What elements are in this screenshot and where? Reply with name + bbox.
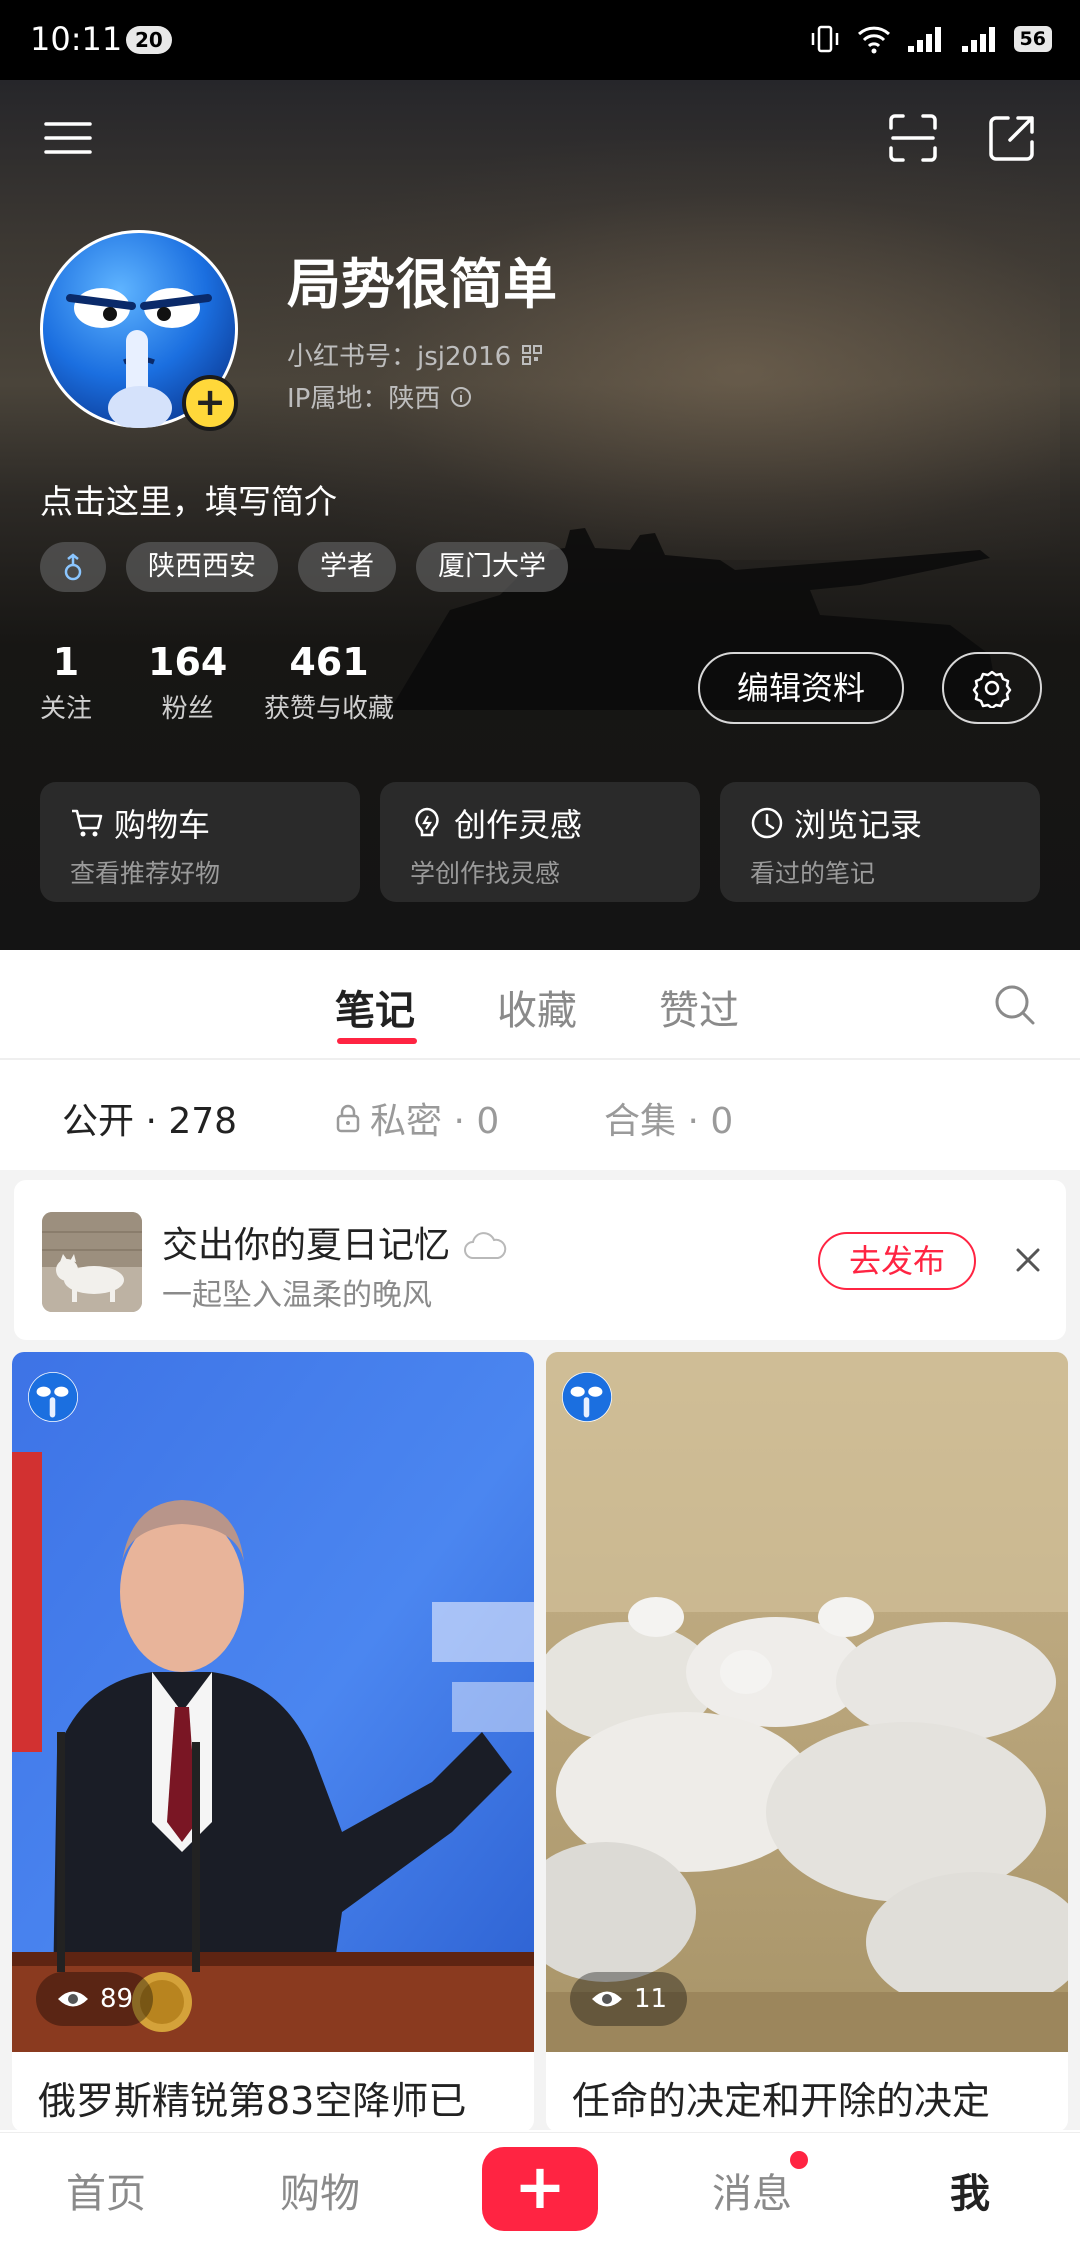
status-time: 10:11 (30, 20, 123, 58)
nav-me[interactable]: 我 (950, 2161, 990, 2219)
promo-banner[interactable]: 交出你的夏日记忆 一起坠入温柔的晚风 去发布 (14, 1180, 1066, 1340)
signal-icon-2 (961, 27, 995, 52)
ip-location-text: IP属地：陕西 (287, 384, 441, 414)
shortcut-cart[interactable]: 购物车 查看推荐好物 (40, 782, 360, 902)
male-icon (64, 552, 82, 580)
gear-icon (972, 670, 1012, 708)
tag-location[interactable]: 陕西西安 (126, 542, 278, 592)
stat-likes-value: 461 (289, 640, 369, 684)
stat-followers-value: 164 (148, 640, 228, 684)
view-count-value: 11 (634, 1984, 668, 2014)
wifi-icon (857, 26, 890, 54)
bio-prompt[interactable]: 点击这里，填写简介 (40, 475, 337, 523)
note-author-avatar (28, 1372, 78, 1422)
vibrate-icon (811, 25, 838, 53)
shortcut-cart-title: 购物车 (70, 800, 210, 846)
share-icon[interactable] (984, 110, 1040, 166)
tag-occupation[interactable]: 学者 (298, 542, 396, 592)
gender-tag[interactable] (40, 542, 106, 592)
stat-likes-label: 获赞与收藏 (264, 694, 395, 724)
tab-liked[interactable]: 赞过 (659, 978, 739, 1036)
clock-icon (751, 807, 783, 839)
shortcut-inspiration-title: 创作灵感 (410, 800, 582, 846)
status-bar: 10:11 20 56 (0, 0, 1080, 80)
promo-publish-button[interactable]: 去发布 (818, 1232, 976, 1290)
shortcut-history-label: 浏览记录 (794, 806, 923, 844)
stat-following-label: 关注 (40, 694, 93, 724)
cart-icon (72, 809, 103, 837)
user-id-text: 小红书号：jsj2016 (287, 342, 512, 372)
add-avatar-button[interactable]: + (182, 375, 238, 431)
menu-icon[interactable] (40, 110, 96, 166)
username: 局势很简单 (287, 253, 557, 316)
shortcut-history-subtitle: 看过的笔记 (750, 859, 876, 888)
nav-shop[interactable]: 购物 (280, 2161, 360, 2219)
stat-following[interactable]: 1 关注 (40, 640, 92, 725)
shortcut-inspiration-label: 创作灵感 (454, 806, 583, 844)
view-count: 89 (36, 1972, 154, 2026)
battery-icon: 56 (1013, 26, 1052, 52)
qrcode-icon[interactable] (521, 344, 543, 366)
eye-icon (58, 1991, 88, 2007)
profile-tags: 陕西西安 学者 厦门大学 (40, 542, 568, 592)
tab-notes[interactable]: 笔记 (335, 978, 415, 1036)
filter-private-label: 私密 · 0 (370, 1101, 500, 1142)
shortcut-history-title: 浏览记录 (750, 800, 922, 846)
active-tab-indicator (337, 1038, 417, 1044)
filter-album[interactable]: 合集 · 0 (604, 1092, 733, 1144)
tag-school[interactable]: 厦门大学 (416, 542, 568, 592)
stat-followers-label: 粉丝 (161, 694, 214, 724)
promo-title: 交出你的夏日记忆 (162, 1216, 509, 1268)
note-card[interactable]: 11 任命的决定和开除的决定 (546, 1352, 1068, 2132)
filter-private[interactable]: 私密 · 0 (334, 1092, 499, 1144)
note-image (12, 1352, 534, 2052)
nav-home[interactable]: 首页 (66, 2161, 146, 2219)
view-count: 11 (570, 1972, 688, 2026)
info-icon[interactable] (450, 386, 472, 408)
tab-collections[interactable]: 收藏 (497, 978, 577, 1036)
note-filters: 公开 · 278 私密 · 0 合集 · 0 (0, 1062, 1080, 1170)
note-author-avatar (562, 1372, 612, 1422)
notification-badge: 20 (126, 26, 172, 54)
note-title[interactable]: 任命的决定和开除的决定 (572, 2070, 990, 2125)
note-card[interactable]: 89 俄罗斯精锐第83空降师已 (12, 1352, 534, 2132)
promo-title-text: 交出你的夏日记忆 (162, 1225, 451, 1266)
bottom-nav: 首页 购物 + 消息 我 (0, 2132, 1080, 2242)
shortcut-cart-label: 购物车 (114, 806, 211, 844)
search-icon[interactable] (990, 980, 1040, 1030)
nav-messages[interactable]: 消息 (712, 2161, 792, 2219)
stat-following-value: 1 (52, 640, 80, 684)
shortcut-cart-subtitle: 查看推荐好物 (70, 859, 221, 888)
ip-location[interactable]: IP属地：陕西 (287, 378, 472, 415)
profile-header: + 局势很简单 小红书号：jsj2016 IP属地：陕西 点击这里，填写简介 陕… (0, 80, 1080, 950)
promo-thumbnail (42, 1212, 142, 1312)
filter-public[interactable]: 公开 · 278 (62, 1092, 237, 1144)
promo-subtitle: 一起坠入温柔的晚风 (162, 1278, 432, 1313)
edit-profile-button[interactable]: 编辑资料 (698, 652, 904, 724)
shortcut-inspiration-subtitle: 学创作找灵感 (410, 859, 561, 888)
note-image (546, 1352, 1068, 2052)
publish-button[interactable]: + (482, 2147, 598, 2231)
stat-followers[interactable]: 164 粉丝 (148, 640, 227, 725)
eye-icon (592, 1991, 622, 2007)
user-id[interactable]: 小红书号：jsj2016 (287, 336, 543, 373)
close-icon[interactable] (1006, 1238, 1050, 1282)
settings-button[interactable] (942, 652, 1042, 724)
signal-icon (907, 27, 941, 52)
lock-icon (336, 1104, 360, 1133)
content-tabs: 笔记 收藏 赞过 (0, 950, 1080, 1060)
scan-icon[interactable] (885, 110, 941, 166)
shortcut-history[interactable]: 浏览记录 看过的笔记 (720, 782, 1040, 902)
status-icons: 56 (808, 22, 1052, 56)
view-count-value: 89 (100, 1984, 134, 2014)
shortcut-inspiration[interactable]: 创作灵感 学创作找灵感 (380, 782, 700, 902)
bulb-icon (415, 807, 439, 837)
cloud-icon (464, 1232, 507, 1259)
unread-dot (790, 2151, 808, 2169)
stat-likes[interactable]: 461 获赞与收藏 (264, 640, 394, 725)
note-title[interactable]: 俄罗斯精锐第83空降师已 (38, 2070, 466, 2125)
